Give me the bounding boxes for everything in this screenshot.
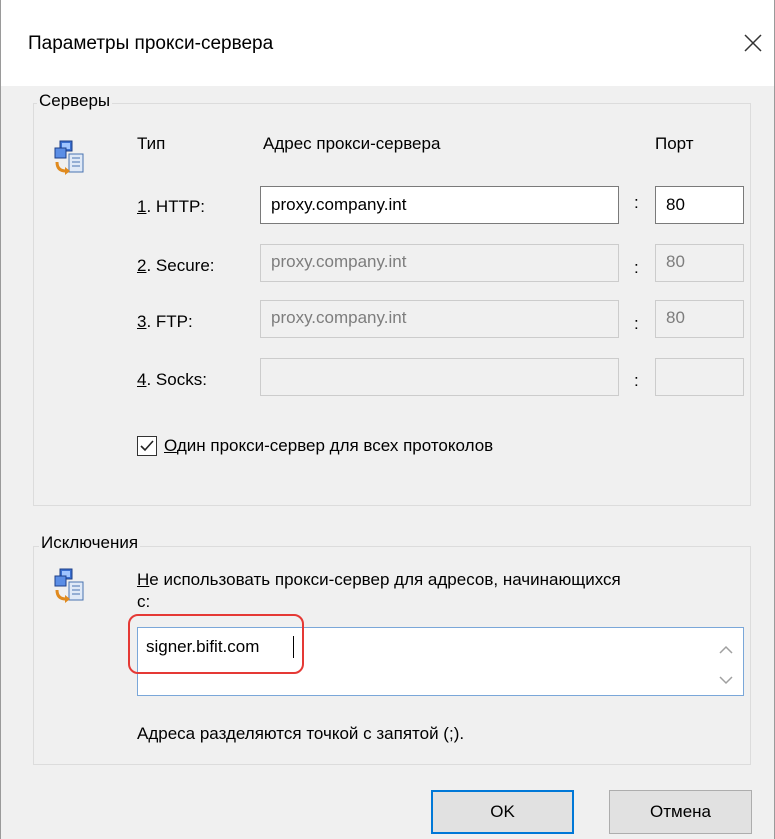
exceptions-group-label: Исключения [39, 533, 141, 553]
socks-address-input [260, 358, 619, 396]
socks-port-input [655, 358, 744, 396]
column-type-header: Тип [137, 134, 166, 153]
same-proxy-checkbox[interactable] [137, 436, 157, 456]
socks-colon: : [634, 371, 639, 390]
window-title: Параметры прокси-сервера [28, 33, 274, 54]
http-colon: : [634, 193, 639, 212]
column-address-header: Адрес прокси-сервера [263, 134, 441, 153]
scroll-up-icon[interactable] [716, 640, 736, 660]
ftp-address-input: proxy.company.int [260, 300, 619, 338]
scroll-down-icon[interactable] [716, 670, 736, 690]
exceptions-description: Не использовать прокси-сервер для адресо… [137, 570, 621, 589]
secure-label: 2. Secure: [137, 256, 215, 275]
ftp-label: 3. FTP: [137, 312, 193, 331]
network-computer-icon [54, 568, 84, 603]
same-proxy-label[interactable]: Один прокси-сервер для всех протоколов [164, 436, 493, 456]
exceptions-hint: Адреса разделяются точкой с запятой (;). [137, 724, 465, 743]
http-port-input[interactable]: 80 [655, 186, 744, 224]
ftp-port-input: 80 [655, 300, 744, 338]
title-bar: Параметры прокси-сервера [1, 0, 774, 86]
close-icon[interactable] [736, 26, 770, 60]
network-computer-icon [54, 140, 84, 175]
secure-address-input: proxy.company.int [260, 244, 619, 282]
ftp-colon: : [634, 314, 639, 333]
ok-button[interactable]: OK [431, 790, 574, 834]
secure-colon: : [634, 258, 639, 277]
highlight-annotation [128, 614, 304, 674]
servers-group-label: Серверы [37, 91, 113, 111]
socks-label: 4. Socks: [137, 370, 207, 389]
http-address-input[interactable]: proxy.company.int [260, 186, 619, 224]
proxy-settings-dialog: Параметры прокси-сервера Серверы Тип Адр… [0, 0, 775, 839]
secure-port-input: 80 [655, 244, 744, 282]
http-label: 1. HTTP: [137, 197, 206, 216]
column-port-header: Порт [655, 134, 694, 153]
exceptions-description-line2: с: [137, 592, 151, 611]
checkmark-icon [140, 440, 154, 452]
cancel-button[interactable]: Отмена [609, 790, 752, 834]
